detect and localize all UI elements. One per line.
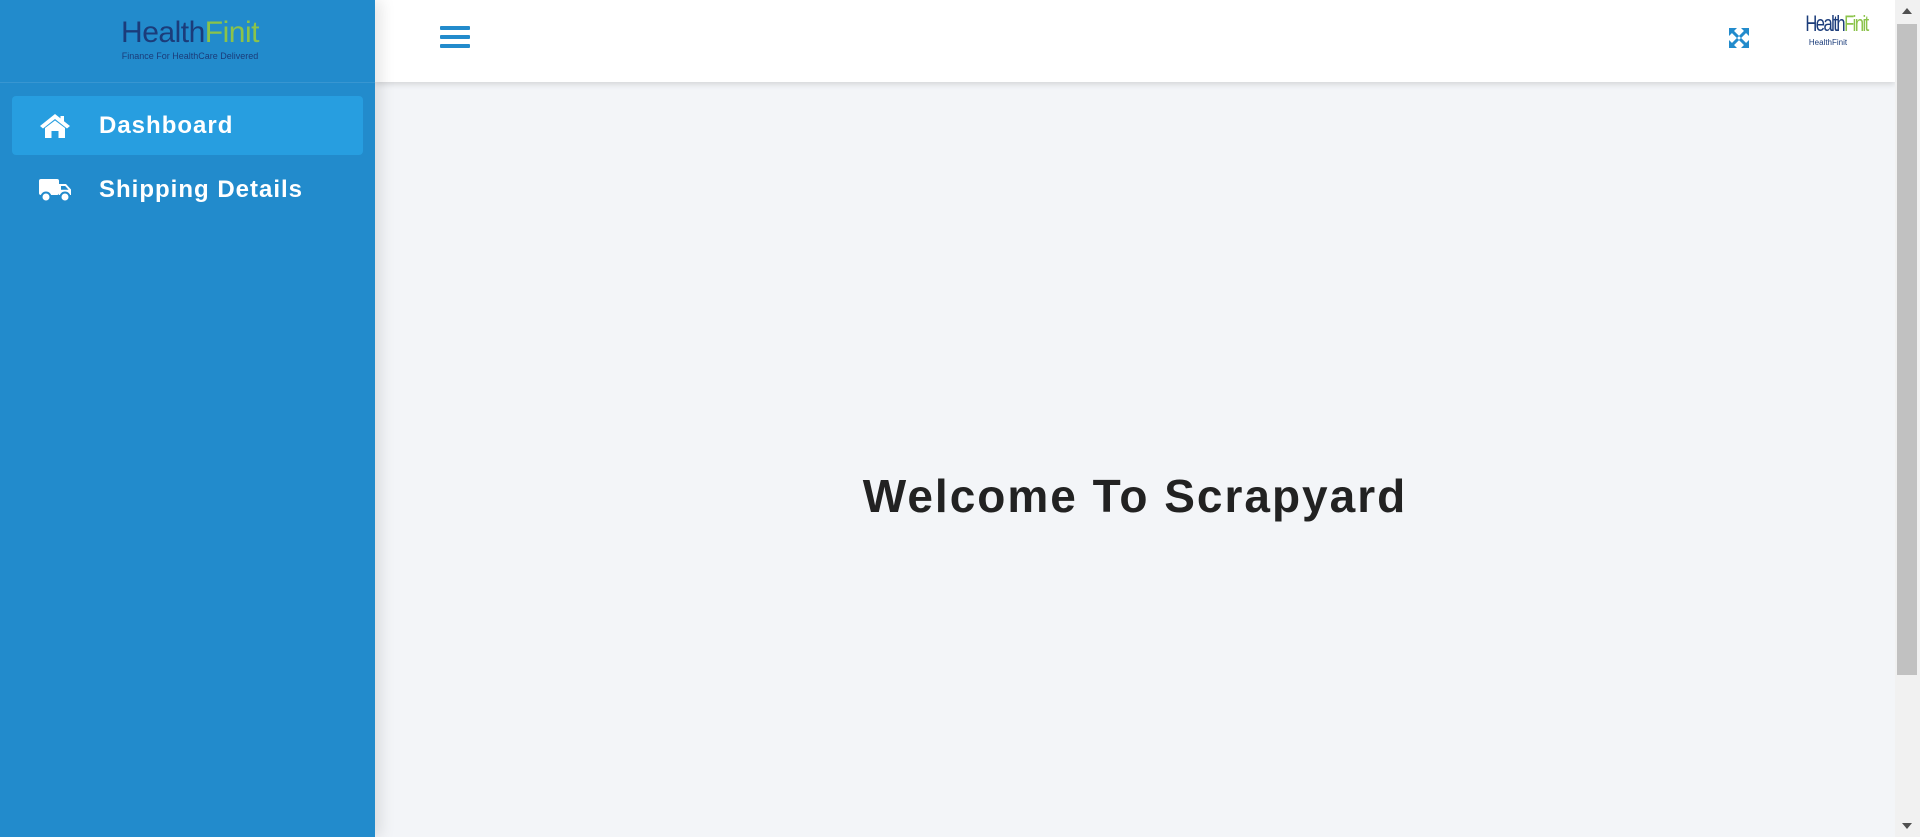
- expand-icon[interactable]: [1728, 27, 1750, 49]
- sidebar: HealthFinit Finance For HealthCare Deliv…: [0, 0, 375, 837]
- healthfinit-logo[interactable]: HealthFinit Finance For HealthCare Deliv…: [115, 16, 265, 61]
- brand-tagline: Finance For HealthCare Delivered: [121, 51, 259, 61]
- scroll-down-arrow-icon[interactable]: [1902, 823, 1912, 829]
- main-content: Welcome To Scrapyard: [375, 82, 1895, 837]
- sidebar-nav: Dashboard Shipping Details: [12, 96, 363, 224]
- profile-logo-sub: HealthFinit: [1808, 38, 1848, 47]
- vertical-scrollbar[interactable]: [1895, 0, 1920, 837]
- brand-header: HealthFinit Finance For HealthCare Deliv…: [0, 0, 375, 83]
- home-icon: [38, 113, 72, 139]
- top-header: HealthFinit HealthFinit: [375, 0, 1895, 82]
- scroll-thumb[interactable]: [1897, 24, 1917, 675]
- sidebar-item-dashboard[interactable]: Dashboard: [12, 96, 363, 155]
- profile-logo-name: HealthFinit: [1805, 11, 1869, 36]
- welcome-heading: Welcome To Scrapyard: [862, 470, 1408, 522]
- brand-name-part1: Health: [121, 16, 205, 49]
- sidebar-item-shipping-details[interactable]: Shipping Details: [12, 160, 363, 219]
- sidebar-item-label: Dashboard: [99, 111, 234, 139]
- profile-logo[interactable]: HealthFinit HealthFinit: [1795, 10, 1869, 62]
- scroll-up-arrow-icon[interactable]: [1902, 8, 1912, 14]
- brand-name-part2: Finit: [204, 16, 260, 49]
- sidebar-item-label: Shipping Details: [99, 175, 304, 203]
- truck-icon: [38, 177, 72, 203]
- hamburger-menu-icon[interactable]: [440, 26, 470, 54]
- brand-name: HealthFinit: [115, 16, 265, 50]
